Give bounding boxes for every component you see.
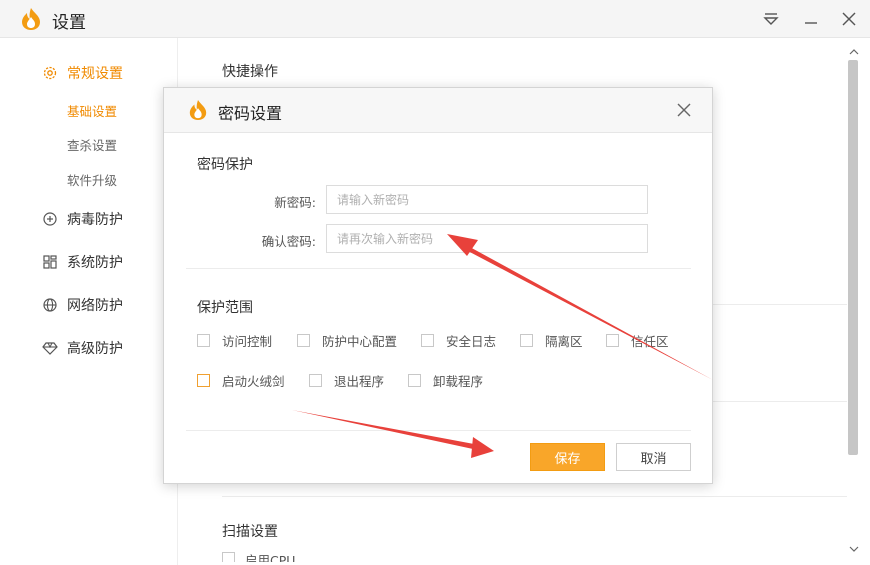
scan-cpu-option[interactable]: 启用CPU... [222,548,402,562]
checkbox-label: 隔离区 [545,334,583,349]
sidebar-item-label: 常规设置 [67,66,123,82]
sidebar-item-label: 系统防护 [67,255,123,271]
checkbox[interactable] [197,374,210,387]
password-dialog: 密码设置 密码保护 新密码: 确认密码: 保护范围 访问控制 防护中心配置 安全… [163,87,713,484]
scan-cpu-label: 启用CPU... [245,553,308,562]
cancel-button[interactable]: 取消 [616,443,691,471]
checkbox-label: 卸载程序 [433,374,484,389]
checkbox[interactable] [421,334,434,347]
scrollbar-thumb[interactable] [848,60,858,455]
sidebar-item-label: 病毒防护 [67,212,123,228]
scope-option-trust-zone[interactable]: 信任区 [606,331,669,350]
window-title: 设置 [52,13,86,33]
sidebar-item-label: 高级防护 [67,341,123,357]
confirm-password-input[interactable] [326,224,648,253]
sidebar-subitem-scan-settings[interactable]: 查杀设置 [67,135,117,154]
dialog-title: 密码设置 [218,104,283,123]
menu-dropdown-icon[interactable] [760,8,782,30]
close-icon[interactable] [676,102,692,118]
checkbox-label: 退出程序 [334,374,385,389]
scope-option-uninstall-program[interactable]: 卸载程序 [408,371,483,390]
scope-option-exit-program[interactable]: 退出程序 [309,371,384,390]
fire-logo-icon [189,100,207,120]
fire-logo-icon [22,8,40,30]
sidebar-subitem-software-update[interactable]: 软件升级 [67,170,117,189]
checkbox-label: 安全日志 [446,334,497,349]
close-window-icon[interactable] [838,8,860,30]
diamond-icon [42,342,58,355]
scan-settings-title: 扫描设置 [222,524,278,540]
title-bar: 设置 [0,0,870,38]
new-password-label: 新密码: [274,195,316,210]
sidebar-item-system-protection[interactable]: 系统防护 [42,252,123,272]
minimize-icon[interactable] [800,8,822,30]
sidebar-subitem-basic-settings[interactable]: 基础设置 [67,101,117,120]
plus-circle-icon [43,212,57,226]
password-section-title: 密码保护 [197,157,253,173]
divider [713,401,847,402]
divider [186,268,691,269]
scope-option-access-control[interactable]: 访问控制 [197,331,272,350]
checkbox[interactable] [606,334,619,347]
scope-option-launch-huorong-sword[interactable]: 启动火绒剑 [197,371,285,390]
scope-option-security-log[interactable]: 安全日志 [421,331,496,350]
checkbox[interactable] [222,552,235,562]
new-password-input[interactable] [326,185,648,214]
dialog-header: 密码设置 [164,88,712,133]
gear-icon [43,66,57,80]
windows-grid-icon [43,255,57,269]
checkbox[interactable] [408,374,421,387]
scroll-up-icon[interactable] [849,48,859,56]
scope-section-title: 保护范围 [197,300,253,316]
sidebar-item-network-protection[interactable]: 网络防护 [42,295,123,315]
scroll-down-icon[interactable] [849,545,859,553]
divider [222,496,847,497]
checkbox[interactable] [197,334,210,347]
divider [186,430,691,431]
sidebar-item-advanced-protection[interactable]: 高级防护 [42,338,123,358]
confirm-password-label: 确认密码: [261,234,316,249]
divider [713,304,847,305]
scope-option-protection-center[interactable]: 防护中心配置 [297,331,397,350]
checkbox[interactable] [520,334,533,347]
globe-icon [43,298,57,312]
checkbox-label: 防护中心配置 [322,334,398,349]
sidebar: 常规设置 基础设置 查杀设置 软件升级 病毒防护 系统防护 网络防护 高级防护 [0,38,178,565]
save-button[interactable]: 保存 [530,443,605,471]
checkbox-label: 启动火绒剑 [222,374,285,389]
checkbox-label: 信任区 [631,334,669,349]
checkbox-label: 访问控制 [222,334,273,349]
sidebar-item-general-settings[interactable]: 常规设置 [42,63,123,83]
checkbox[interactable] [297,334,310,347]
quick-ops-title: 快捷操作 [222,64,278,80]
checkbox[interactable] [309,374,322,387]
sidebar-item-label: 网络防护 [67,298,123,314]
scope-option-quarantine[interactable]: 隔离区 [520,331,583,350]
sidebar-item-virus-protection[interactable]: 病毒防护 [42,209,123,229]
